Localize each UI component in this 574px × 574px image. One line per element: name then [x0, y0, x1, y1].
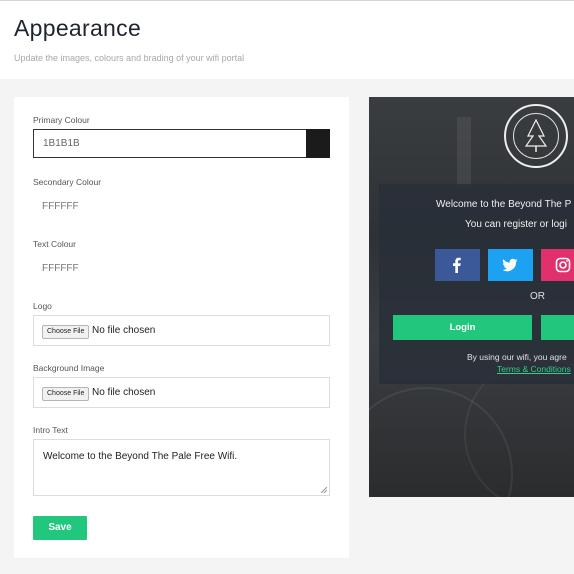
- instagram-button[interactable]: [541, 249, 574, 281]
- secondary-colour-label: Secondary Colour: [33, 177, 102, 187]
- text-colour-input[interactable]: FFFFFF: [42, 263, 79, 274]
- tree-icon: [524, 118, 548, 152]
- primary-colour-value: 1B1B1B: [43, 138, 80, 149]
- primary-colour-label: Primary Colour: [33, 115, 90, 125]
- primary-colour-swatch[interactable]: [306, 129, 330, 158]
- intro-text-textarea[interactable]: Welcome to the Beyond The Pale Free Wifi…: [33, 439, 330, 496]
- logo-label: Logo: [33, 301, 52, 311]
- primary-colour-input[interactable]: 1B1B1B: [33, 129, 330, 158]
- welcome-panel: Welcome to the Beyond The P You can regi…: [379, 184, 574, 384]
- appearance-form: Primary Colour 1B1B1B Secondary Colour F…: [14, 97, 349, 558]
- brand-logo: [504, 104, 568, 168]
- terms-link[interactable]: Terms & Conditions: [497, 364, 571, 374]
- background-choose-file-button[interactable]: Choose File: [42, 387, 90, 401]
- logo-file-status: No file chosen: [92, 325, 156, 336]
- terms-text: By using our wifi, you agre: [467, 352, 567, 362]
- background-image-label: Background Image: [33, 363, 105, 373]
- save-button[interactable]: Save: [33, 516, 87, 540]
- facebook-icon: [453, 257, 461, 273]
- intro-text-value: Welcome to the Beyond The Pale Free Wifi…: [43, 451, 238, 462]
- register-prompt: You can register or logi: [465, 219, 567, 230]
- logo-choose-file-button[interactable]: Choose File: [42, 325, 90, 339]
- background-pillar: [457, 117, 471, 187]
- text-colour-label: Text Colour: [33, 239, 76, 249]
- intro-text-label: Intro Text: [33, 425, 68, 435]
- login-button[interactable]: Login: [393, 315, 532, 340]
- portal-preview: Welcome to the Beyond The P You can regi…: [369, 97, 574, 497]
- page-title: Appearance: [14, 15, 142, 41]
- twitter-button[interactable]: [488, 249, 533, 281]
- page-subtitle: Update the images, colours and brading o…: [14, 53, 245, 63]
- logo-file-input[interactable]: Choose File No file chosen: [33, 315, 330, 346]
- or-divider: OR: [530, 291, 545, 302]
- facebook-button[interactable]: [435, 249, 480, 281]
- page-header: Appearance Update the images, colours an…: [0, 1, 574, 79]
- secondary-colour-input[interactable]: FFFFFF: [42, 201, 79, 212]
- background-file-status: No file chosen: [92, 387, 156, 398]
- resize-handle-icon[interactable]: [321, 487, 327, 493]
- background-image-file-input[interactable]: Choose File No file chosen: [33, 377, 330, 408]
- twitter-icon: [502, 258, 518, 272]
- welcome-text: Welcome to the Beyond The P: [436, 199, 572, 210]
- instagram-icon: [555, 257, 571, 273]
- register-button[interactable]: [541, 315, 574, 340]
